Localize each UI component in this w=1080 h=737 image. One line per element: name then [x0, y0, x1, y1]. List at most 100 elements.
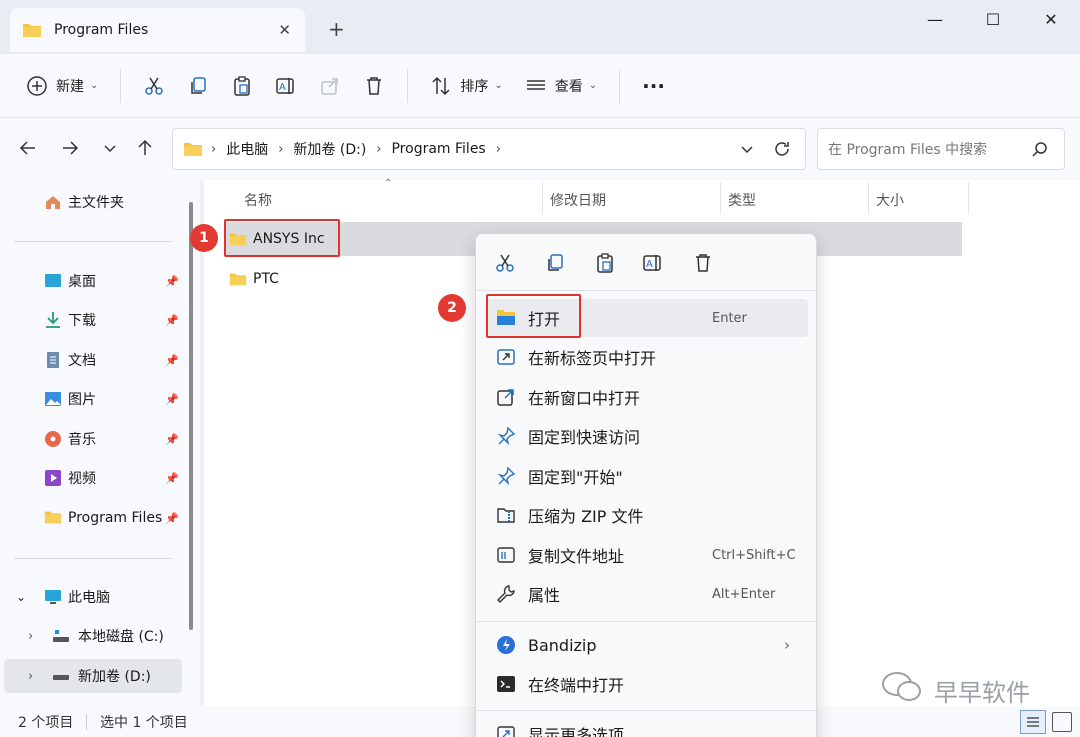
folder-icon [22, 22, 42, 38]
download-icon [44, 311, 62, 329]
tiles-view-icon[interactable] [1052, 712, 1072, 732]
share-icon [319, 75, 341, 97]
paste-button[interactable] [231, 66, 253, 106]
address-dropdown-icon[interactable] [739, 141, 755, 161]
sidebar-item-videos[interactable]: 视频 📌 [0, 461, 182, 495]
view-button[interactable]: 查看 ⌄ [525, 66, 597, 106]
plus-circle-icon [26, 75, 48, 97]
copy-icon[interactable] [544, 252, 568, 276]
refresh-icon[interactable] [773, 140, 791, 162]
tab-program-files[interactable]: Program Files ✕ [10, 8, 305, 52]
pin-icon[interactable]: 📌 [165, 472, 179, 485]
pin-icon[interactable]: 📌 [165, 512, 179, 525]
menu-item-open-new-window[interactable]: 在新窗口中打开 [486, 378, 808, 416]
back-icon[interactable] [18, 138, 38, 162]
computer-icon [44, 588, 62, 606]
bandizip-icon [496, 635, 516, 655]
new-button[interactable]: 新建 ⌄ [26, 66, 98, 106]
pin-icon [496, 426, 516, 446]
sidebar-item-home[interactable]: 主文件夹 [0, 185, 182, 219]
watermark: 早早软件 [880, 670, 1030, 710]
search-input[interactable]: 在 Program Files 中搜索 [817, 128, 1065, 170]
chevron-right-icon: › [784, 636, 790, 654]
column-size[interactable]: 大小 [876, 190, 904, 210]
maximize-button[interactable]: ☐ [964, 0, 1022, 38]
minimize-button[interactable]: — [906, 0, 964, 38]
column-modified[interactable]: 修改日期 [550, 190, 606, 210]
share-button[interactable] [319, 66, 341, 106]
up-icon[interactable] [135, 138, 155, 162]
new-tab-button[interactable]: + [328, 17, 345, 41]
sidebar-item-documents[interactable]: 文档 📌 [0, 343, 182, 377]
more-options-button[interactable]: ··· [642, 66, 665, 106]
document-icon [44, 351, 62, 369]
chevron-right-icon[interactable]: › [28, 669, 33, 684]
menu-item-pin-start[interactable]: 固定到"开始" [486, 457, 808, 495]
sort-ascending-icon: ⌃ [384, 178, 393, 189]
title-bar: Program Files ✕ + — ☐ ✕ [0, 0, 1080, 60]
menu-item-bandizip[interactable]: Bandizip › [486, 626, 808, 664]
breadcrumb-program-files[interactable]: Program Files [391, 141, 485, 157]
rename-icon: A [275, 75, 297, 97]
delete-button[interactable] [363, 66, 385, 106]
folder-icon [44, 509, 62, 527]
breadcrumb-this-pc[interactable]: 此电脑 [226, 139, 268, 159]
cut-icon[interactable] [494, 252, 518, 276]
sort-button[interactable]: 排序 ⌄ [430, 66, 503, 106]
menu-item-properties[interactable]: 属性 Alt+Enter [486, 575, 808, 613]
sort-icon [430, 75, 452, 97]
breadcrumb-drive-d[interactable]: 新加卷 (D:) [293, 139, 366, 159]
search-icon [1032, 141, 1048, 161]
sidebar-item-this-pc[interactable]: ⌄ 此电脑 [0, 580, 182, 614]
delete-icon[interactable] [692, 252, 716, 276]
menu-item-copy-path[interactable]: 复制文件地址 Ctrl+Shift+C [486, 536, 808, 574]
desktop-icon [44, 272, 62, 290]
pin-icon[interactable]: 📌 [165, 275, 179, 288]
command-bar: 新建 ⌄ A 排序 ⌄ 查看 ⌄ ··· [0, 54, 1080, 118]
rename-button[interactable]: A [275, 66, 297, 106]
pin-icon[interactable]: 📌 [165, 314, 179, 327]
svg-text:A: A [279, 82, 286, 93]
column-name[interactable]: 名称 [244, 190, 272, 210]
tab-close-icon[interactable]: ✕ [278, 21, 291, 39]
picture-icon [44, 390, 62, 408]
copy-path-icon [496, 545, 516, 565]
copy-icon [187, 75, 209, 97]
video-icon [44, 469, 62, 487]
file-name: PTC [253, 271, 279, 287]
pin-icon[interactable]: 📌 [165, 433, 179, 446]
table-row[interactable]: PTC [229, 262, 279, 296]
cut-button[interactable] [143, 66, 165, 106]
column-type[interactable]: 类型 [728, 190, 756, 210]
sidebar-item-drive-d[interactable]: › 新加卷 (D:) [4, 659, 182, 693]
sidebar-item-downloads[interactable]: 下载 📌 [0, 303, 182, 337]
sidebar-item-pictures[interactable]: 图片 📌 [0, 382, 182, 416]
close-button[interactable]: ✕ [1022, 0, 1080, 38]
sidebar-item-desktop[interactable]: 桌面 📌 [0, 264, 182, 298]
pin-icon[interactable]: 📌 [165, 354, 179, 367]
menu-item-compress-zip[interactable]: 压缩为 ZIP 文件 [486, 496, 808, 534]
chevron-right-icon[interactable]: › [28, 629, 33, 644]
rename-icon[interactable]: A [642, 252, 666, 276]
sidebar-scrollbar[interactable] [189, 202, 193, 630]
address-bar[interactable]: › 此电脑 › 新加卷 (D:) › Program Files › [172, 128, 806, 170]
chevron-down-icon[interactable]: ⌄ [16, 590, 26, 604]
trash-icon [363, 75, 385, 97]
recent-chevron-icon[interactable] [100, 138, 120, 162]
pin-icon[interactable]: 📌 [165, 393, 179, 406]
menu-item-open-new-tab[interactable]: 在新标签页中打开 [486, 338, 808, 376]
details-view-icon[interactable] [1020, 710, 1046, 734]
menu-item-show-more[interactable]: 显示更多选项 [486, 715, 808, 737]
menu-item-open-terminal[interactable]: 在终端中打开 [486, 665, 808, 703]
view-list-icon [525, 75, 547, 97]
forward-icon[interactable] [60, 138, 80, 162]
paste-icon[interactable] [594, 252, 618, 276]
wechat-icon [880, 670, 924, 710]
sidebar-item-drive-c[interactable]: › 本地磁盘 (C:) [0, 619, 182, 653]
address-row: › 此电脑 › 新加卷 (D:) › Program Files › 在 Progra… [0, 118, 1080, 180]
open-new-tab-icon [496, 347, 516, 367]
copy-button[interactable] [187, 66, 209, 106]
sidebar-item-program-files[interactable]: Program Files 📌 [0, 501, 182, 535]
menu-item-pin-quick-access[interactable]: 固定到快速访问 [486, 417, 808, 455]
sidebar-item-music[interactable]: 音乐 📌 [0, 422, 182, 456]
